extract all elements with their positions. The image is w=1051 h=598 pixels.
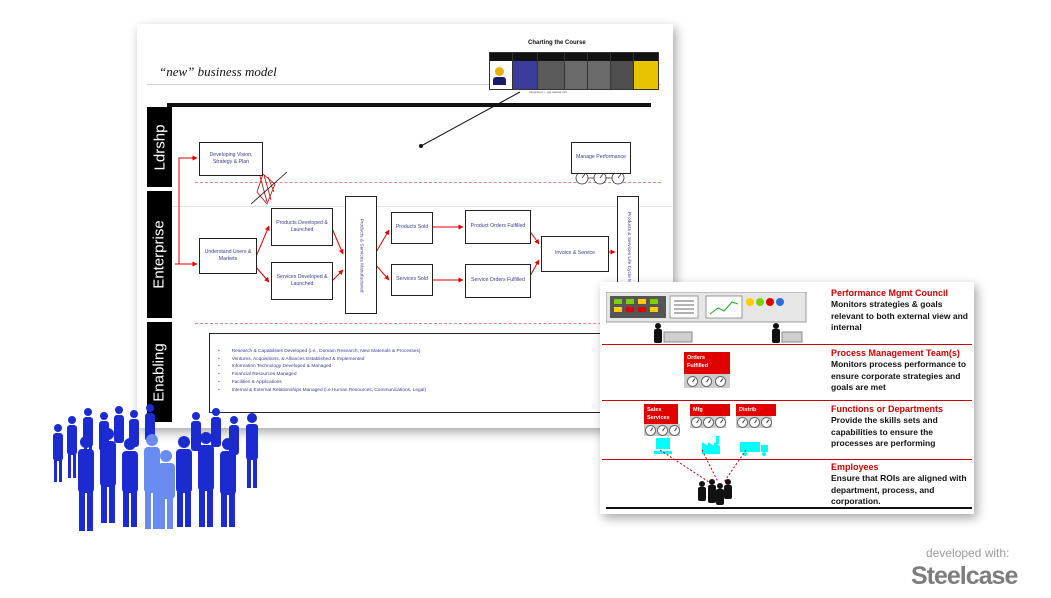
person-icon [220,438,236,527]
gauge-panel [736,416,772,428]
section-divider [602,344,972,345]
dept-sales-services: Sales Services [644,404,678,426]
enabling-item: Internal & External Relationships Manage… [218,387,664,395]
enabling-list: Research & Capabilities Developed (i.e.,… [210,334,664,394]
box-products-developed: Products Developed & Launched [271,208,333,246]
dept-mfg: Mfg [690,404,730,416]
box-manage-performance: Manage Performance [571,142,631,174]
box-understand-users: Understand Users & Markets [199,238,257,274]
enabling-item: Financial Resources Managed [218,371,664,379]
gauge-icon [715,417,726,428]
person-icon [122,438,138,527]
box-products-sold: Products Sold [391,212,433,244]
person-icon [67,416,77,478]
person-icon [211,408,221,447]
gauge-icon [715,376,726,387]
enabling-item: Facilities & Applications [218,379,664,387]
person-icon [78,436,94,531]
enabling-item: Research & Capabilities Developed (i.e.,… [218,348,664,356]
person-icon [53,424,63,482]
person-icon [698,481,706,501]
business-model-slide: “new” business model Charting the Course… [137,24,673,428]
gauge-icon [691,417,702,428]
performance-structure-slide: Orders Fulfilled Sales Services Mfg Dist… [600,282,974,514]
box-invoice-service: Invoice & Service [541,236,609,272]
gauge-icon [737,417,748,428]
person-icon [176,436,192,527]
developed-with-label: developed with: [926,546,1010,560]
section-divider [602,400,972,401]
box-services-sold: Services Sold [391,264,433,296]
section-desc-functions: Provide the skills sets and capabilities… [831,415,938,448]
gauge-icon [701,376,712,387]
person-icon [198,432,214,527]
box-product-orders: Product Orders Fulfilled [465,210,531,244]
box-service-orders: Service Orders Fulfilled [465,264,531,298]
people-crowd-illustration [53,404,258,531]
section-title-process-team: Process Management Team(s) [831,348,960,358]
gauge-icon [703,417,714,428]
gauge-icon [761,417,772,428]
person-icon [246,413,258,488]
enabling-item: Information Technology Developed & Manag… [218,363,664,371]
person-icon [708,479,716,503]
person-icon [144,434,160,529]
enabling-box: Research & Capabilities Developed (i.e.,… [209,333,665,413]
person-icon [191,412,201,451]
section-desc-process-team: Monitors process performance to ensure c… [831,359,967,392]
person-icon [100,428,116,523]
person-icon [724,479,732,499]
person-icon [158,450,175,529]
person-icon [716,483,724,505]
box-developing-vision: Developing Vision, Strategy & Plan [199,142,263,176]
section-desc-performance-council: Monitors strategies & goals relevant to … [831,299,968,332]
steelcase-logo: Steelcase [911,562,1018,590]
gauge-panel [690,416,726,428]
dept-distrib: Distrib [736,404,776,416]
section-title-performance-council: Performance Mgmt Council [831,288,949,298]
person-icon [114,406,124,443]
box-services-developed: Services Developed & Launched [271,262,333,300]
section-title-functions: Functions or Departments [831,404,944,414]
employees-illustration [620,449,820,509]
gauge-icon [687,376,698,387]
section-title-employees: Employees [831,462,879,472]
enabling-item: Ventures, Acquisitions, & Alliances Esta… [218,356,664,364]
box-manufactured: Products & Services Manufactured [345,196,377,314]
orders-fulfilled-box: Orders Fulfilled [684,352,730,374]
control-room-illustration [606,292,807,343]
gauge-panel [684,374,730,388]
gauge-icon [749,417,760,428]
section-desc-employees: Ensure that ROIs are aligned with depart… [831,473,967,506]
